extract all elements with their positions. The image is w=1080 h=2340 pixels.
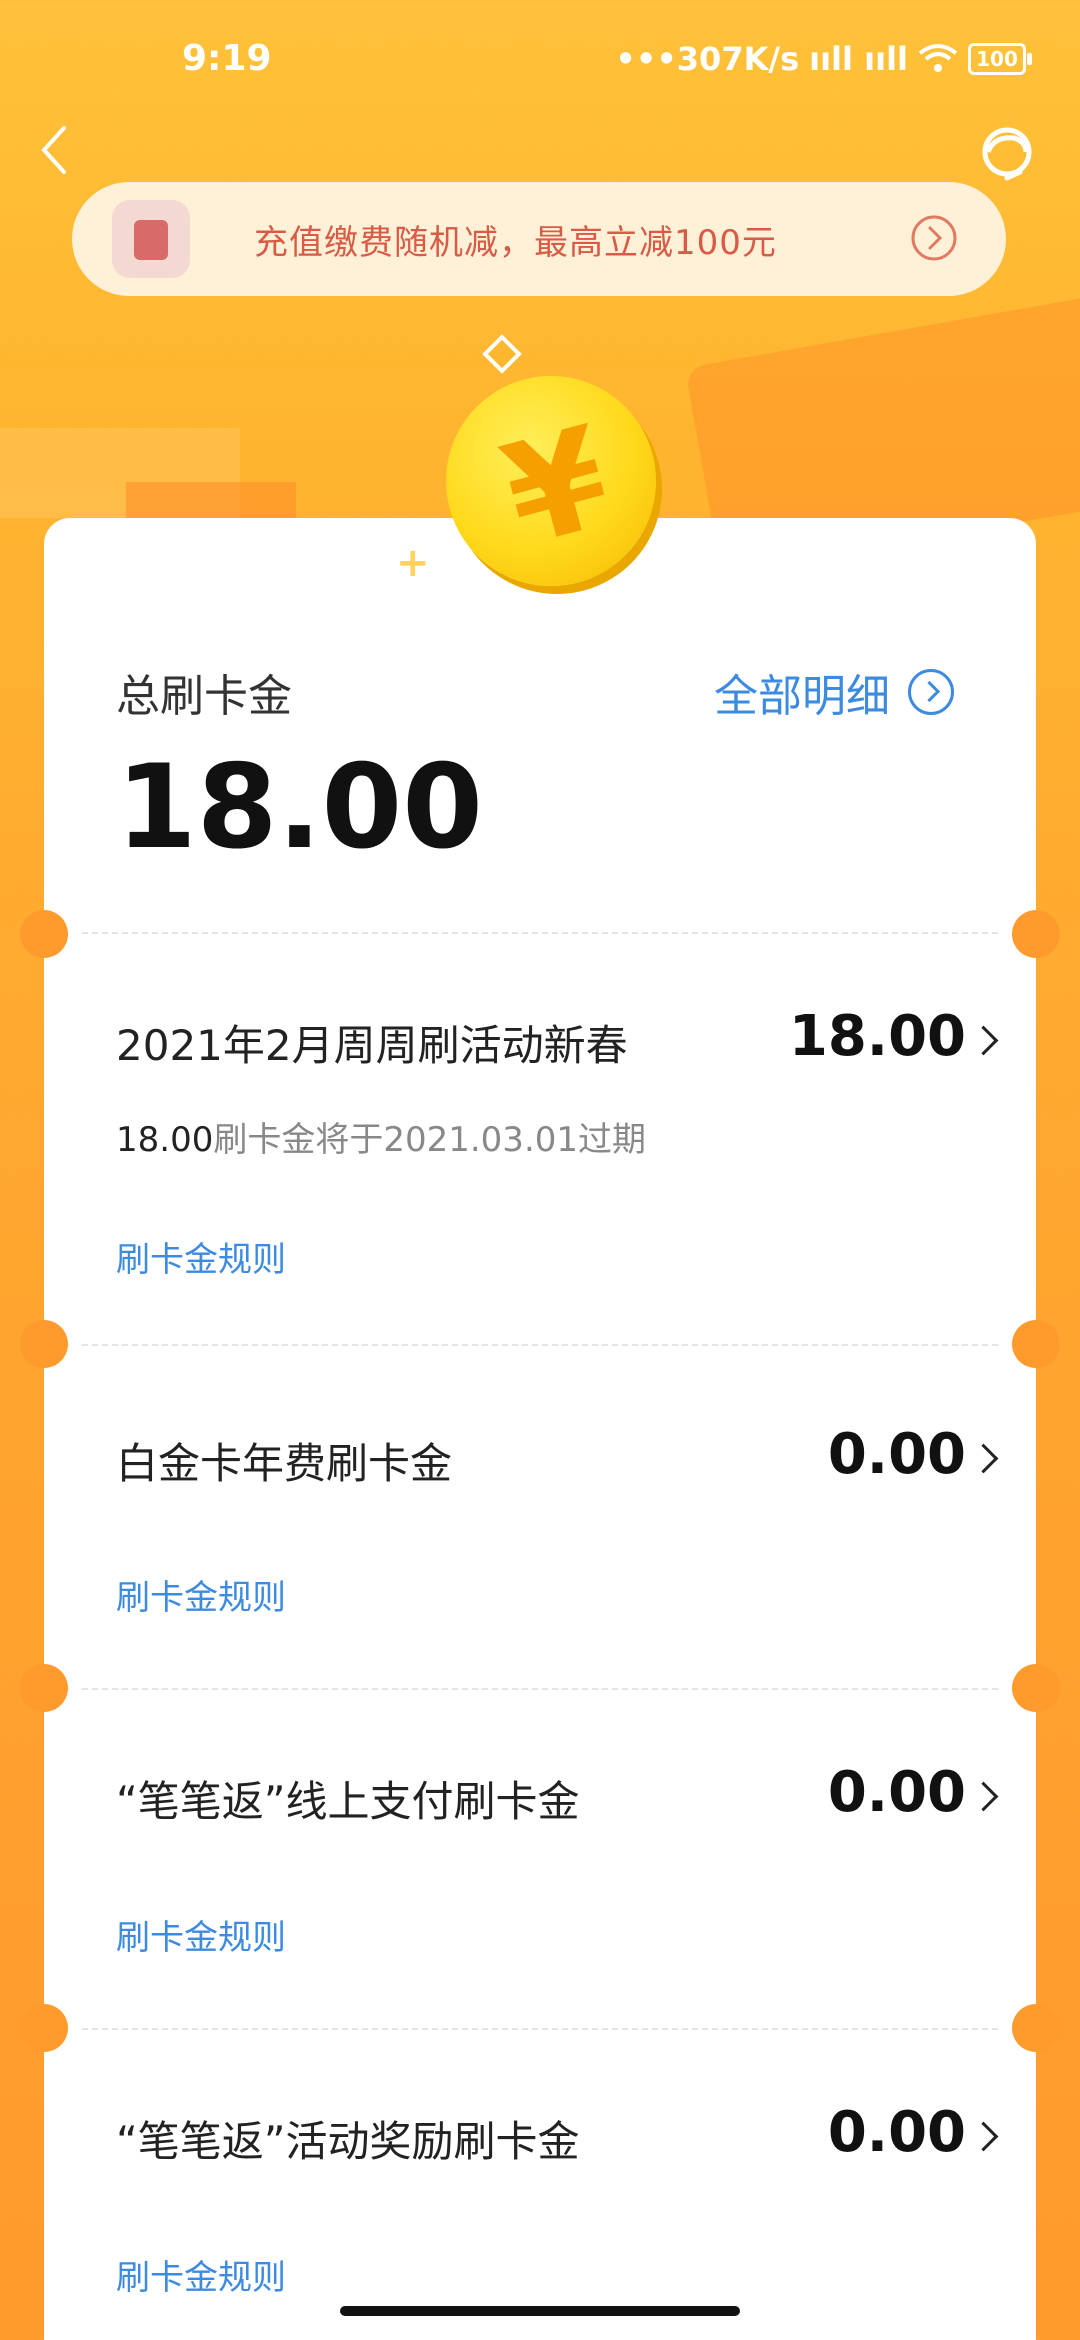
item-value: 0.00	[827, 2100, 966, 2165]
item-title: “笔笔返”线上支付刷卡金	[116, 1777, 580, 1826]
item-value: 0.00	[827, 1760, 966, 1825]
card-notch-right	[1012, 910, 1060, 958]
decor-shape	[126, 482, 296, 522]
card-notch-left	[20, 910, 68, 958]
divider	[82, 1344, 998, 1346]
promo-text: 充值缴费随机减，最高立减100元	[254, 222, 777, 263]
back-arrow-icon[interactable]	[30, 120, 80, 180]
divider	[82, 2028, 998, 2030]
status-indicators: •••307K/s ııll ııll 100	[615, 40, 1032, 78]
divider	[82, 932, 998, 934]
rules-link[interactable]: 刷卡金规则	[116, 2250, 286, 2299]
signal-icon: ııll ııll	[809, 40, 908, 78]
chevron-right-circle-icon	[908, 669, 954, 715]
chevron-right-circle-icon[interactable]	[910, 214, 958, 262]
status-bar: 9:19 •••307K/s ııll ııll 100	[0, 0, 1080, 120]
card-notch-right	[1012, 1320, 1060, 1368]
sparkle-icon: +	[396, 540, 430, 586]
decor-diamond-icon	[482, 334, 522, 374]
card-notch-left	[20, 2004, 68, 2052]
expiry-amount: 18.00	[116, 1120, 214, 1160]
total-value: 18.00	[116, 740, 483, 875]
gift-icon	[112, 200, 190, 278]
home-indicator[interactable]	[340, 2306, 740, 2316]
promo-banner[interactable]: 充值缴费随机减，最高立减100元	[72, 182, 1006, 296]
card-notch-left	[20, 1664, 68, 1712]
rules-link[interactable]: 刷卡金规则	[116, 1910, 286, 1959]
status-time: 9:19	[182, 38, 272, 79]
card-notch-right	[1012, 2004, 1060, 2052]
item-value: 18.00	[788, 1004, 966, 1069]
rules-link[interactable]: 刷卡金规则	[116, 1232, 286, 1281]
item-title: 2021年2月周周刷活动新春	[116, 1021, 628, 1070]
total-label: 总刷卡金	[116, 671, 292, 722]
all-details-label: 全部明细	[714, 671, 890, 722]
item-value: 0.00	[827, 1422, 966, 1487]
card-notch-left	[20, 1320, 68, 1368]
item-title: “笔笔返”活动奖励刷卡金	[116, 2117, 580, 2166]
card-notch-right	[1012, 1664, 1060, 1712]
rules-link[interactable]: 刷卡金规则	[116, 1570, 286, 1619]
all-details-link[interactable]: 全部明细	[714, 660, 954, 724]
customer-service-icon[interactable]	[974, 122, 1040, 188]
expiry-text: 刷卡金将于2021.03.01过期	[213, 1120, 647, 1160]
item-title: 白金卡年费刷卡金	[116, 1439, 453, 1488]
divider	[82, 1688, 998, 1690]
network-speed: •••307K/s	[615, 40, 800, 78]
item-expiry: 18.00刷卡金将于2021.03.01过期	[116, 1112, 646, 1161]
battery-icon: 100	[968, 43, 1032, 75]
yen-coin-icon: ¥	[446, 376, 656, 586]
wifi-icon	[918, 44, 958, 72]
